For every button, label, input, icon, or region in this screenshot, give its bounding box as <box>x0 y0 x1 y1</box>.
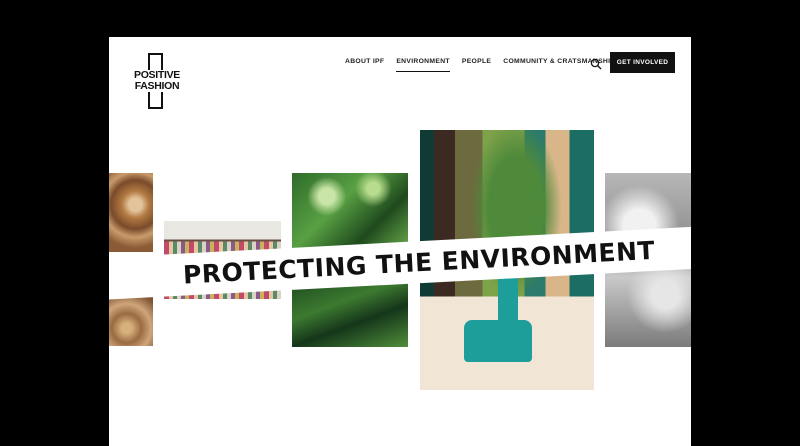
orange-texture-image-top <box>109 173 153 252</box>
nav-item-about[interactable]: ABOUT IPF <box>345 58 384 72</box>
nav-item-environment[interactable]: ENVIRONMENT <box>396 58 450 72</box>
search-icon[interactable] <box>590 57 602 70</box>
get-involved-button[interactable]: GET INVOLVED <box>610 52 675 73</box>
main-nav: ABOUT IPF ENVIRONMENT PEOPLE COMMUNITY &… <box>345 58 627 72</box>
logo-wordmark: POSITIVE FASHION <box>129 70 185 92</box>
forest-canopy-image-top <box>292 173 408 251</box>
forest-canopy-image-bottom <box>292 283 408 347</box>
teal-boot-shape <box>464 320 532 362</box>
logo-line-2: FASHION <box>129 81 185 92</box>
nav-item-people[interactable]: PEOPLE <box>462 58 491 72</box>
positive-fashion-logo[interactable]: POSITIVE FASHION <box>129 53 185 111</box>
page: POSITIVE FASHION ABOUT IPF ENVIRONMENT P… <box>109 37 691 446</box>
